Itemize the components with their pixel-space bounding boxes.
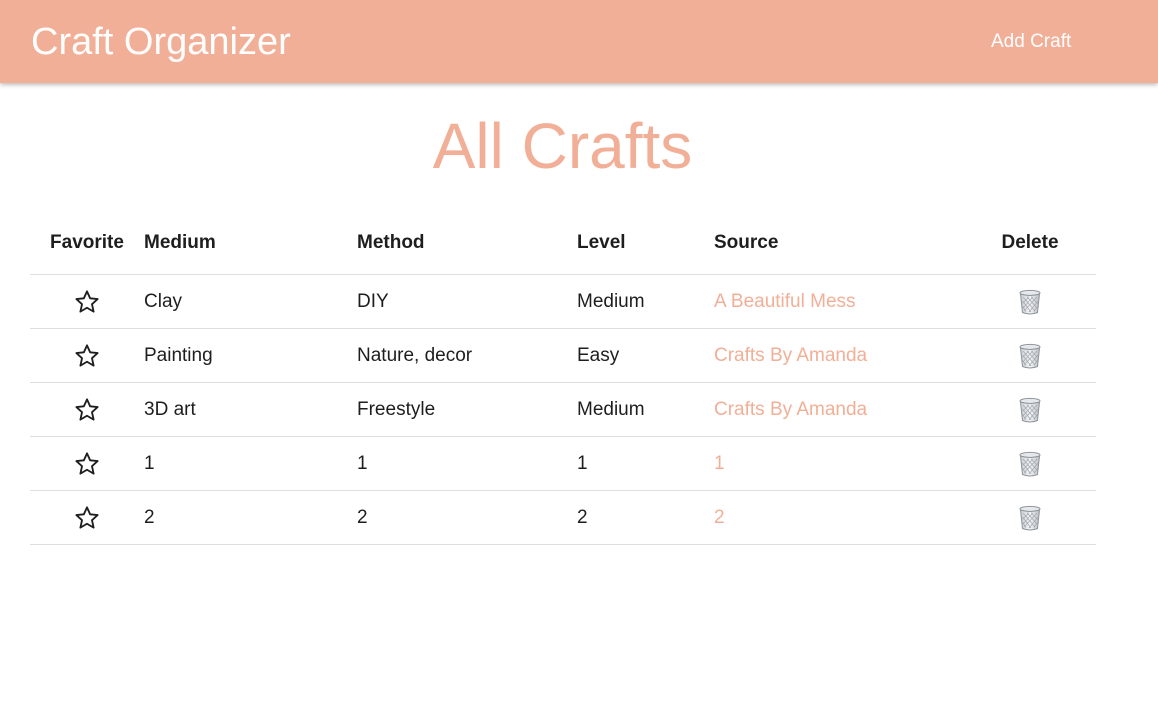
trash-can-icon[interactable]	[1019, 451, 1041, 476]
favorite-cell	[30, 328, 144, 383]
delete-cell	[964, 382, 1096, 437]
medium-cell: 3D art	[144, 382, 357, 437]
top-navbar: Craft Organizer Add Craft	[0, 0, 1158, 83]
trash-can-icon[interactable]	[1019, 397, 1041, 422]
trash-can-icon[interactable]	[1019, 343, 1041, 368]
delete-cell	[964, 328, 1096, 383]
method-cell: 1	[357, 436, 577, 491]
method-cell: DIY	[357, 274, 577, 329]
source-link[interactable]: 2	[714, 507, 725, 528]
crafts-table-body: Clay DIY Medium A Beautiful Mess Paintin…	[30, 274, 1096, 545]
medium-cell: 1	[144, 436, 357, 491]
medium-cell: 2	[144, 490, 357, 545]
favorite-cell	[30, 274, 144, 329]
trash-can-icon[interactable]	[1019, 289, 1041, 314]
column-header-delete: Delete	[964, 212, 1096, 275]
trash-can-icon[interactable]	[1019, 505, 1041, 530]
source-link[interactable]: Crafts By Amanda	[714, 345, 867, 366]
source-cell: Crafts By Amanda	[714, 328, 964, 383]
table-row: Clay DIY Medium A Beautiful Mess	[30, 274, 1096, 329]
add-craft-link[interactable]: Add Craft	[991, 31, 1071, 53]
source-link[interactable]: A Beautiful Mess	[714, 291, 856, 312]
table-row: 3D art Freestyle Medium Crafts By Amanda	[30, 382, 1096, 437]
level-cell: Medium	[577, 382, 714, 437]
delete-cell	[964, 490, 1096, 545]
medium-cell: Painting	[144, 328, 357, 383]
favorite-cell	[30, 436, 144, 491]
column-header-method: Method	[357, 212, 577, 275]
table-row: 1 1 1 1	[30, 436, 1096, 491]
table-row: Painting Nature, decor Easy Crafts By Am…	[30, 328, 1096, 383]
star-outline-icon[interactable]	[74, 397, 100, 421]
method-cell: 2	[357, 490, 577, 545]
source-link[interactable]: Crafts By Amanda	[714, 399, 867, 420]
column-header-favorite: Favorite	[30, 212, 144, 275]
favorite-cell	[30, 490, 144, 545]
column-header-medium: Medium	[144, 212, 357, 275]
source-cell: 2	[714, 490, 964, 545]
table-row: 2 2 2 2	[30, 490, 1096, 545]
source-cell: A Beautiful Mess	[714, 274, 964, 329]
level-cell: Medium	[577, 274, 714, 329]
source-cell: 1	[714, 436, 964, 491]
star-outline-icon[interactable]	[74, 343, 100, 367]
column-header-level: Level	[577, 212, 714, 275]
method-cell: Freestyle	[357, 382, 577, 437]
delete-cell	[964, 274, 1096, 329]
method-cell: Nature, decor	[357, 328, 577, 383]
star-outline-icon[interactable]	[74, 289, 100, 313]
page-title: All Crafts	[432, 110, 693, 182]
source-cell: Crafts By Amanda	[714, 382, 964, 437]
source-link[interactable]: 1	[714, 453, 725, 474]
level-cell: 2	[577, 490, 714, 545]
table-header-row: Favorite Medium Method Level Source Dele…	[30, 212, 1096, 275]
column-header-source: Source	[714, 212, 964, 275]
level-cell: 1	[577, 436, 714, 491]
level-cell: Easy	[577, 328, 714, 383]
favorite-cell	[30, 382, 144, 437]
star-outline-icon[interactable]	[74, 505, 100, 529]
app-brand[interactable]: Craft Organizer	[31, 20, 291, 64]
star-outline-icon[interactable]	[74, 451, 100, 475]
medium-cell: Clay	[144, 274, 357, 329]
delete-cell	[964, 436, 1096, 491]
crafts-table: Favorite Medium Method Level Source Dele…	[30, 212, 1096, 545]
